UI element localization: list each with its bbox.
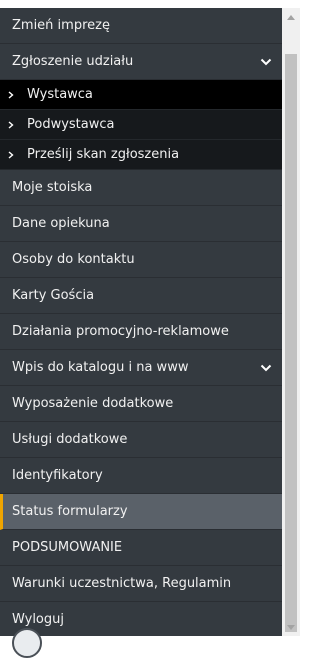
menu-item-label: Wpis do katalogu i na www [12,360,189,375]
menu-item-registration[interactable]: Zgłoszenie udziału [0,44,282,80]
menu-item-label: Wyposażenie dodatkowe [12,396,174,411]
scroll-track[interactable] [282,26,300,632]
chevron-right-icon [8,110,14,139]
submenu-item-label: Podwystawca [27,117,115,132]
menu-item-label: Identyfikatory [12,468,103,483]
scroll-down-arrow-icon[interactable] [282,618,300,636]
menu-item-change-event[interactable]: Zmień imprezę [0,8,282,44]
chevron-right-icon [8,140,14,169]
top-strip [0,0,300,8]
menu-item-label: Moje stoiska [12,180,93,195]
menu-item-contacts[interactable]: Osoby do kontaktu [0,242,282,278]
scrollbar[interactable] [282,8,300,636]
menu-item-label: Dane opiekuna [12,216,110,231]
chevron-right-icon [8,80,14,109]
sidebar-menu: Zmień imprezę Zgłoszenie udziału Wystawc… [0,8,282,636]
menu-item-promo[interactable]: Działania promocyjno-reklamowe [0,314,282,350]
menu-item-label: Działania promocyjno-reklamowe [12,324,229,339]
submenu-item-upload-scan[interactable]: Prześlij skan zgłoszenia [0,140,282,170]
menu-item-badges[interactable]: Identyfikatory [0,458,282,494]
registration-submenu: Wystawca Podwystawca Prześlij skan zgłos… [0,80,282,170]
menu-item-label: Zgłoszenie udziału [12,54,134,69]
menu-item-catalog[interactable]: Wpis do katalogu i na www [0,350,282,386]
menu-item-guardian-data[interactable]: Dane opiekuna [0,206,282,242]
menu-item-label: Wyloguj [12,612,64,627]
chevron-down-icon [260,350,272,385]
submenu-item-label: Wystawca [27,87,93,102]
menu-item-extra-equipment[interactable]: Wyposażenie dodatkowe [0,386,282,422]
menu-item-label: Zmień imprezę [12,18,110,33]
menu-item-label: PODSUMOWANIE [12,540,123,555]
submenu-item-exhibitor[interactable]: Wystawca [0,80,282,110]
menu-item-label: Osoby do kontaktu [12,252,135,267]
menu-item-forms-status[interactable]: Status formularzy [0,494,282,530]
menu-item-my-stands[interactable]: Moje stoiska [0,170,282,206]
submenu-item-label: Prześlij skan zgłoszenia [27,147,180,162]
submenu-item-sub-exhibitor[interactable]: Podwystawca [0,110,282,140]
menu-item-logout[interactable]: Wyloguj [0,602,282,636]
menu-item-label: Status formularzy [12,504,128,519]
scroll-up-arrow-icon[interactable] [282,8,300,26]
menu-item-label: Warunki uczestnictwa, Regulamin [12,576,232,591]
menu-item-label: Usługi dodatkowe [12,432,128,447]
scroll-thumb[interactable] [285,54,297,632]
avatar [12,628,42,658]
menu-item-extra-services[interactable]: Usługi dodatkowe [0,422,282,458]
menu-item-summary[interactable]: PODSUMOWANIE [0,530,282,566]
menu-item-guest-cards[interactable]: Karty Gościa [0,278,282,314]
menu-item-terms[interactable]: Warunki uczestnictwa, Regulamin [0,566,282,602]
chevron-down-icon [260,44,272,79]
menu-item-label: Karty Gościa [12,288,95,303]
